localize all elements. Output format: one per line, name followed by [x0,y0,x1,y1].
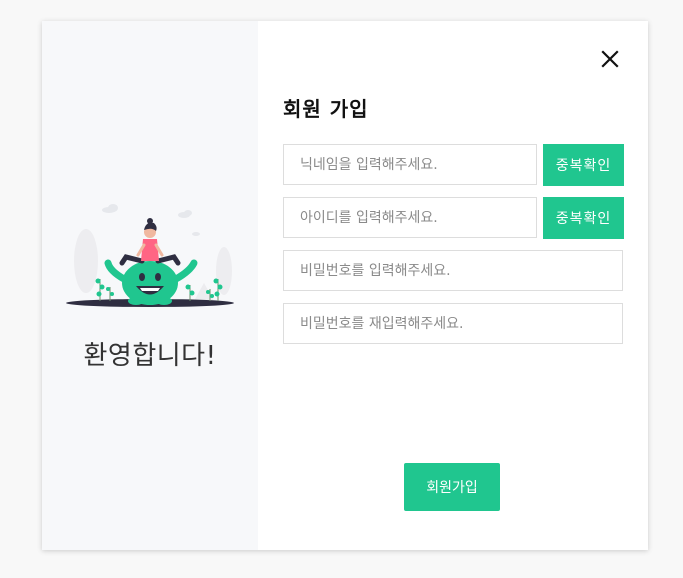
password-input[interactable] [283,250,623,291]
password-confirm-input[interactable] [283,303,623,344]
signup-modal: 환영합니다! 회원 가입 중복확인 중복확인 회원가입 [42,21,648,550]
check-id-button[interactable]: 중복확인 [543,197,624,239]
nickname-input[interactable] [283,144,537,185]
signup-form-panel: 회원 가입 중복확인 중복확인 회원가입 [258,21,648,550]
welcome-message: 환영합니다! [83,341,217,371]
welcome-illustration [66,204,234,307]
user-id-input[interactable] [283,197,537,238]
close-icon [601,50,619,68]
form-title: 회원 가입 [283,97,369,121]
signup-submit-button[interactable]: 회원가입 [404,463,500,511]
check-nickname-button[interactable]: 중복확인 [543,144,624,186]
welcome-panel: 환영합니다! [42,21,258,550]
close-button[interactable] [600,49,620,69]
